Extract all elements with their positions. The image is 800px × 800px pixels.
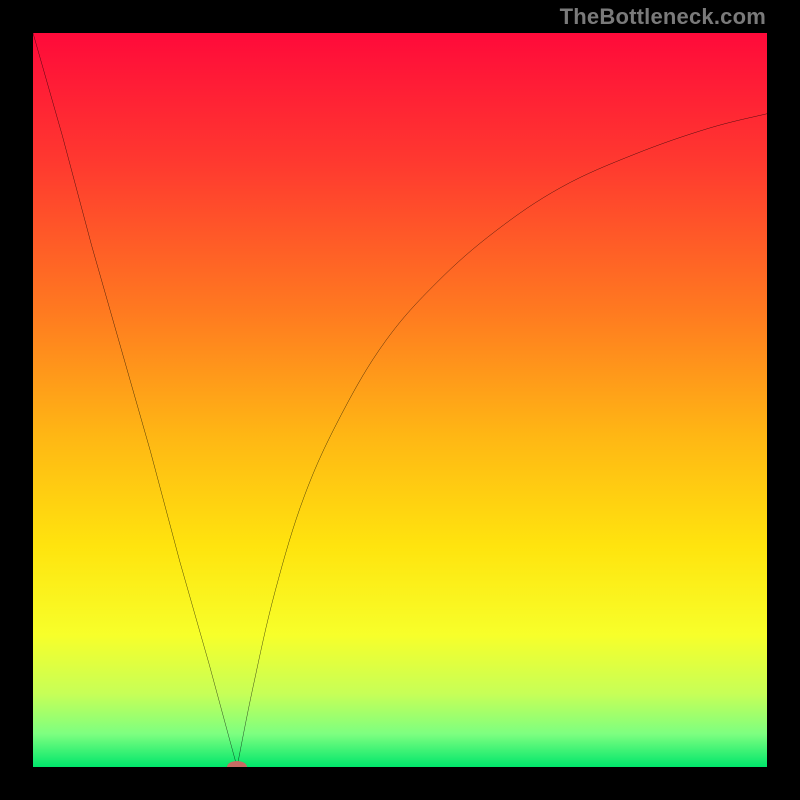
bottleneck-curve <box>33 33 767 767</box>
watermark-text: TheBottleneck.com <box>560 4 766 30</box>
chart-frame: TheBottleneck.com <box>0 0 800 800</box>
plot-area <box>33 33 767 767</box>
optimal-point-marker <box>227 761 247 767</box>
